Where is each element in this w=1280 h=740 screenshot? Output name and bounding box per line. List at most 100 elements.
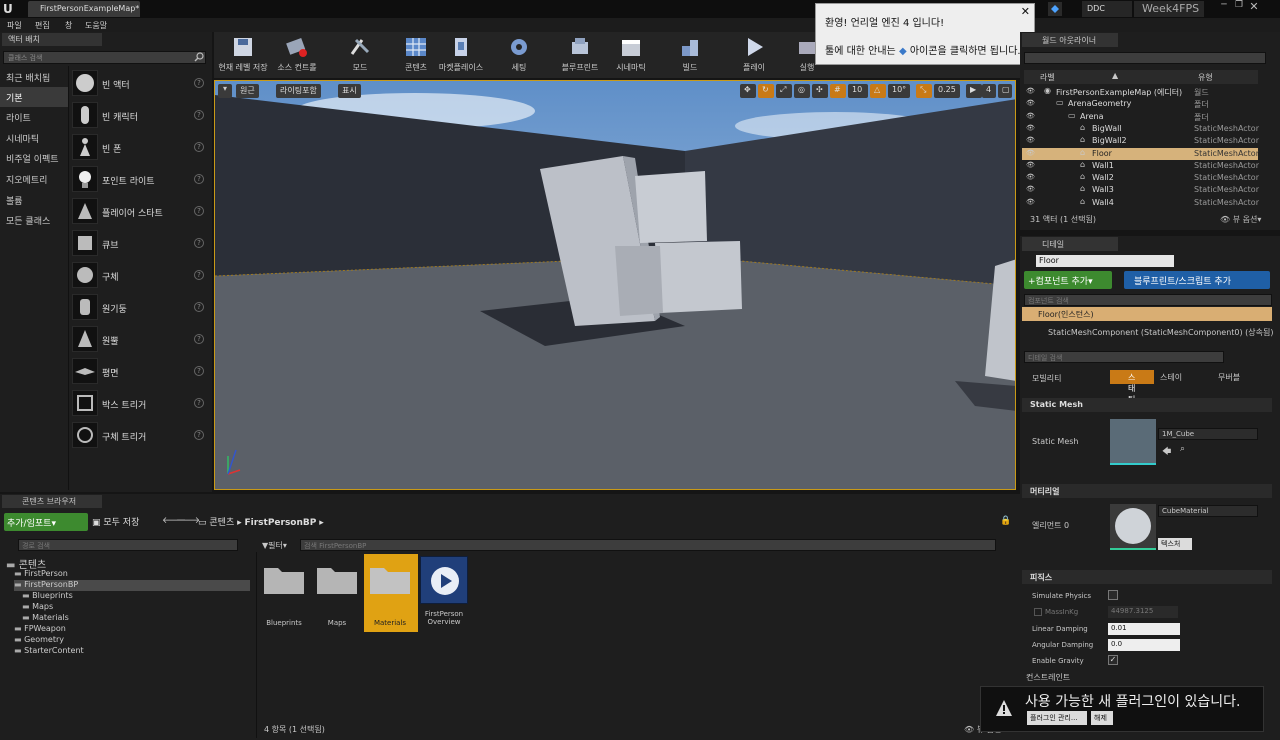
source-control-icon[interactable] [1048,2,1062,16]
section-constraints[interactable]: 컨스트레인트 [1026,672,1070,683]
category-visual-effects[interactable]: 비주얼 이펙트 [0,148,68,168]
linear-damping-input[interactable]: 0.01 [1108,623,1180,635]
add-import-button[interactable]: 추가/임포트▾ [4,513,88,531]
scale-snap-value[interactable]: 0.25 [934,84,960,98]
textures-button[interactable]: 텍스처 [1158,538,1192,550]
place-cone[interactable]: 원뿔? [70,324,210,356]
manage-plugins-button[interactable]: 플러그인 관리... [1027,711,1087,725]
category-lights[interactable]: 라이트 [0,107,68,127]
outliner-search-input[interactable] [1024,52,1266,64]
tree-folder[interactable]: ▬ StarterContent [14,646,84,657]
play-button[interactable]: 플레이 [729,34,779,76]
rotation-snap-icon[interactable]: △ [870,84,886,98]
grid-snap-value[interactable]: 10 [848,84,868,98]
place-box-trigger[interactable]: 박스 트리거? [70,388,210,420]
asset-blueprints[interactable]: Blueprints [260,560,308,627]
tree-folder[interactable]: ▬ FPWeapon [14,624,66,635]
scale-icon[interactable]: ⤢ [776,84,792,98]
use-selected-icon[interactable]: 🡄 [1162,444,1171,460]
visibility-eye-icon[interactable]: 👁 [1026,173,1035,181]
visibility-eye-icon[interactable]: 👁 [1026,149,1035,157]
place-player-start[interactable]: 플레이어 스타트? [70,196,210,228]
place-point-light[interactable]: 포인트 라이트? [70,164,210,196]
lock-icon[interactable]: 🔒 [1000,516,1011,526]
menu-edit[interactable]: 편집 [35,20,50,31]
visibility-eye-icon[interactable]: 👁 [1026,87,1035,95]
modes-tab[interactable]: 액터 배치 [2,33,102,46]
simulate-physics-checkbox[interactable] [1108,590,1118,600]
map-tab[interactable]: FirstPersonExampleMap* [28,1,140,17]
blueprint-script-button[interactable]: 블루프린트/스크립트 추가 [1124,271,1270,289]
place-sphere-trigger[interactable]: 구체 트리거? [70,420,210,452]
category-recent[interactable]: 최근 배치됨 [0,67,68,87]
visibility-eye-icon[interactable]: 👁 [1026,185,1035,193]
section-physics[interactable]: 피직스 [1022,570,1272,584]
level-viewport[interactable] [214,80,1016,490]
visibility-eye-icon[interactable]: 👁 [1026,124,1035,132]
place-cube[interactable]: 큐브? [70,228,210,260]
enable-gravity-checkbox[interactable]: ✓ [1108,655,1118,665]
actor-name-input[interactable]: Floor [1036,255,1174,267]
save-level-button[interactable]: 현재 레벨 저장 [218,34,268,76]
place-empty-character[interactable]: 빈 캐릭터? [70,100,210,132]
class-search-input[interactable]: 클래스 검색 [3,51,206,64]
camera-speed-icon[interactable]: ▶ [966,84,982,98]
overview-thumbnail[interactable] [420,556,468,604]
section-static-mesh[interactable]: Static Mesh [1022,398,1272,412]
category-all-classes[interactable]: 모든 클래스 [0,210,68,230]
asset-maps[interactable]: Maps [313,560,361,627]
help-icon[interactable]: ? [194,206,204,216]
help-icon[interactable]: ? [194,398,204,408]
history-forward-icon[interactable]: 🡒 [176,515,200,526]
camera-speed-value[interactable]: 4 [982,84,996,98]
outliner-row[interactable]: 👁 ⌂ Wall3 StaticMeshActor [1022,184,1259,196]
dismiss-button[interactable]: 해제 [1091,711,1113,725]
viewport-options-dropdown[interactable]: ▾ [218,84,232,98]
outliner-tab[interactable]: 월드 아웃라이너 [1022,33,1118,47]
translate-icon[interactable]: ✥ [740,84,756,98]
minimize-icon[interactable]: ─ [1218,0,1230,10]
settings-button[interactable]: 세팅 [494,34,544,76]
menu-file[interactable]: 파일 [7,20,22,31]
mobility-movable-button[interactable]: 무버블 [1218,372,1240,383]
maximize-viewport-icon[interactable]: ▢ [998,84,1012,98]
asset-materials[interactable]: Materials [366,560,414,627]
source-control-button[interactable]: 소스 컨트롤 [272,34,322,76]
tree-folder[interactable]: ▬ Materials [22,613,69,624]
material-dropdown[interactable]: CubeMaterial [1158,505,1258,517]
tree-folder[interactable]: ▬ FirstPerson [14,569,68,580]
outliner-row[interactable]: 👁 ⌂ Floor StaticMeshActor [1022,147,1259,160]
place-plane[interactable]: 평면? [70,356,210,388]
material-thumbnail[interactable] [1110,504,1156,550]
ddc-indicator[interactable]: DDC [1082,1,1132,17]
col-label[interactable]: 라벨 [1040,72,1055,83]
mobility-static-button[interactable]: 스태틱 [1110,370,1154,404]
outliner-row[interactable]: 👁 ▭ ArenaGeometry 폴더 [1022,98,1258,110]
place-empty-pawn[interactable]: 빈 폰? [70,132,210,164]
close-icon[interactable]: ✕ [1248,0,1260,13]
category-cinematic[interactable]: 시네마틱 [0,128,68,148]
tree-folder[interactable]: ▬ Maps [22,602,53,613]
outliner-row[interactable]: 👁 ⌂ Wall1 StaticMeshActor [1022,160,1259,172]
place-cylinder[interactable]: 원기둥? [70,292,210,324]
menu-help[interactable]: 도움말 [85,20,107,31]
path-search-input[interactable]: 경로 검색 [18,539,238,551]
place-sphere[interactable]: 구체? [70,260,210,292]
visibility-eye-icon[interactable]: 👁 [1026,99,1035,107]
category-geometry[interactable]: 지오메트리 [0,169,68,189]
cinematics-button[interactable]: 시네마틱 [606,34,656,76]
category-volumes[interactable]: 볼륨 [0,190,68,210]
col-type[interactable]: 유형 [1198,72,1213,83]
help-icon[interactable]: ? [194,110,204,120]
help-icon[interactable]: ? [194,270,204,280]
world-icon[interactable]: ◎ [794,84,810,98]
help-icon[interactable]: ? [194,174,204,184]
help-icon[interactable]: ? [194,238,204,248]
visibility-eye-icon[interactable]: 👁 [1026,161,1035,169]
place-empty-actor[interactable]: 빈 액터? [70,68,210,100]
sort-up-icon[interactable]: ▲ [1112,71,1118,80]
browse-icon[interactable]: ⌕ [1180,444,1185,454]
asset-search-input[interactable]: 검색 FirstPersonBP [300,539,996,551]
tree-folder[interactable]: ▬ FirstPersonBP [14,580,250,591]
modes-button[interactable]: 모드 [335,34,385,76]
